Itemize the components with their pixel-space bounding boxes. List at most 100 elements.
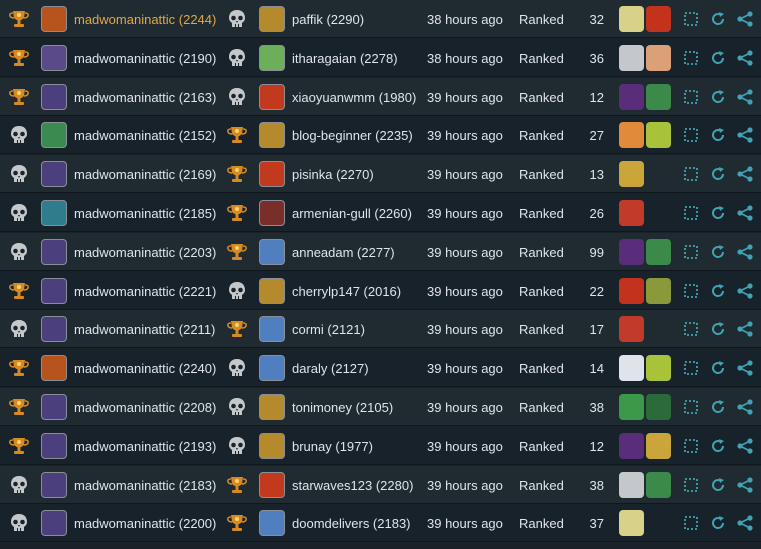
battle-row[interactable]: madwomaninattic (2200) doomdelivers (2183… [0,504,761,542]
share-button[interactable] [736,388,754,426]
share-button[interactable] [736,39,754,77]
player2-avatar[interactable] [259,84,285,110]
player1-avatar[interactable] [41,161,67,187]
battle-row[interactable]: madwomaninattic (2183) starwaves123 (2280… [0,466,761,504]
battle-row[interactable]: madwomaninattic (2169) pisinka (2270) 39 h… [0,155,761,193]
battle-row[interactable]: madwomaninattic (2203) anneadam (2277) 39 … [0,233,761,271]
battle-row[interactable]: madwomaninattic (2193) brunay (1977) 39 ho… [0,427,761,465]
player2-avatar[interactable] [259,6,285,32]
player2-name[interactable]: itharagaian (2278) [292,39,398,77]
share-button[interactable] [736,155,754,193]
refresh-button[interactable] [710,349,726,387]
player2-name[interactable]: blog-beginner (2235) [292,116,413,154]
player1-name[interactable]: madwomaninattic (2163) [74,78,216,116]
replay-button[interactable] [683,427,699,465]
player2-avatar[interactable] [259,433,285,459]
replay-button[interactable] [683,39,699,77]
share-button[interactable] [736,427,754,465]
player2-avatar[interactable] [259,45,285,71]
refresh-button[interactable] [710,78,726,116]
player1-avatar[interactable] [41,278,67,304]
player2-name[interactable]: armenian-gull (2260) [292,194,412,232]
player2-name[interactable]: brunay (1977) [292,427,373,465]
share-button[interactable] [736,466,754,504]
player1-name[interactable]: madwomaninattic (2193) [74,427,216,465]
refresh-button[interactable] [710,39,726,77]
share-button[interactable] [736,78,754,116]
player1-avatar[interactable] [41,355,67,381]
player2-avatar[interactable] [259,161,285,187]
player2-name[interactable]: starwaves123 (2280) [292,466,413,504]
refresh-button[interactable] [710,233,726,271]
battle-row[interactable]: madwomaninattic (2244) paffik (2290) 38 ho… [0,0,761,38]
battle-row[interactable]: madwomaninattic (2152) blog-beginner (223… [0,116,761,154]
player2-avatar[interactable] [259,200,285,226]
player1-avatar[interactable] [41,45,67,71]
player2-avatar[interactable] [259,355,285,381]
player2-avatar[interactable] [259,316,285,342]
replay-button[interactable] [683,504,699,542]
player1-name[interactable]: madwomaninattic (2152) [74,116,216,154]
battle-row[interactable]: madwomaninattic (2211) cormi (2121) 39 hou… [0,310,761,348]
player2-avatar[interactable] [259,278,285,304]
refresh-button[interactable] [710,116,726,154]
player2-avatar[interactable] [259,122,285,148]
replay-button[interactable] [683,0,699,38]
refresh-button[interactable] [710,388,726,426]
replay-button[interactable] [683,194,699,232]
player1-name[interactable]: madwomaninattic (2240) [74,349,216,387]
player2-avatar[interactable] [259,510,285,536]
share-button[interactable] [736,272,754,310]
player2-name[interactable]: paffik (2290) [292,0,364,38]
player2-name[interactable]: xiaoyuanwmm (1980) [292,78,416,116]
refresh-button[interactable] [710,310,726,348]
player1-avatar[interactable] [41,6,67,32]
replay-button[interactable] [683,310,699,348]
battle-row[interactable]: madwomaninattic (2190) itharagaian (2278)… [0,39,761,77]
player1-avatar[interactable] [41,122,67,148]
player1-name[interactable]: madwomaninattic (2211) [74,310,215,348]
player1-name[interactable]: madwomaninattic (2190) [74,39,216,77]
player1-avatar[interactable] [41,394,67,420]
share-button[interactable] [736,233,754,271]
replay-button[interactable] [683,233,699,271]
replay-button[interactable] [683,78,699,116]
player1-name[interactable]: madwomaninattic (2169) [74,155,216,193]
player1-avatar[interactable] [41,433,67,459]
battle-row[interactable]: madwomaninattic (2208) tonimoney (2105) 39… [0,388,761,426]
player2-name[interactable]: tonimoney (2105) [292,388,393,426]
replay-button[interactable] [683,155,699,193]
player1-avatar[interactable] [41,316,67,342]
player1-name[interactable]: madwomaninattic (2185) [74,194,216,232]
battle-row[interactable]: madwomaninattic (2185) armenian-gull (226… [0,194,761,232]
share-button[interactable] [736,116,754,154]
refresh-button[interactable] [710,194,726,232]
replay-button[interactable] [683,116,699,154]
player1-name[interactable]: madwomaninattic (2203) [74,233,216,271]
player1-avatar[interactable] [41,510,67,536]
player1-avatar[interactable] [41,239,67,265]
share-button[interactable] [736,349,754,387]
player2-name[interactable]: cherrylp147 (2016) [292,272,401,310]
share-button[interactable] [736,504,754,542]
player2-avatar[interactable] [259,239,285,265]
replay-button[interactable] [683,388,699,426]
player1-name[interactable]: madwomaninattic (2244) [74,0,216,38]
player1-name[interactable]: madwomaninattic (2200) [74,504,216,542]
refresh-button[interactable] [710,466,726,504]
player2-name[interactable]: anneadam (2277) [292,233,395,271]
refresh-button[interactable] [710,504,726,542]
share-button[interactable] [736,310,754,348]
refresh-button[interactable] [710,427,726,465]
player1-name[interactable]: madwomaninattic (2183) [74,466,216,504]
player2-name[interactable]: doomdelivers (2183) [292,504,411,542]
refresh-button[interactable] [710,272,726,310]
battle-row[interactable]: madwomaninattic (2240) daraly (2127) 39 ho… [0,349,761,387]
player2-avatar[interactable] [259,394,285,420]
player1-name[interactable]: madwomaninattic (2208) [74,388,216,426]
player2-avatar[interactable] [259,472,285,498]
player1-avatar[interactable] [41,200,67,226]
player1-avatar[interactable] [41,472,67,498]
player2-name[interactable]: daraly (2127) [292,349,369,387]
player1-name[interactable]: madwomaninattic (2221) [74,272,216,310]
